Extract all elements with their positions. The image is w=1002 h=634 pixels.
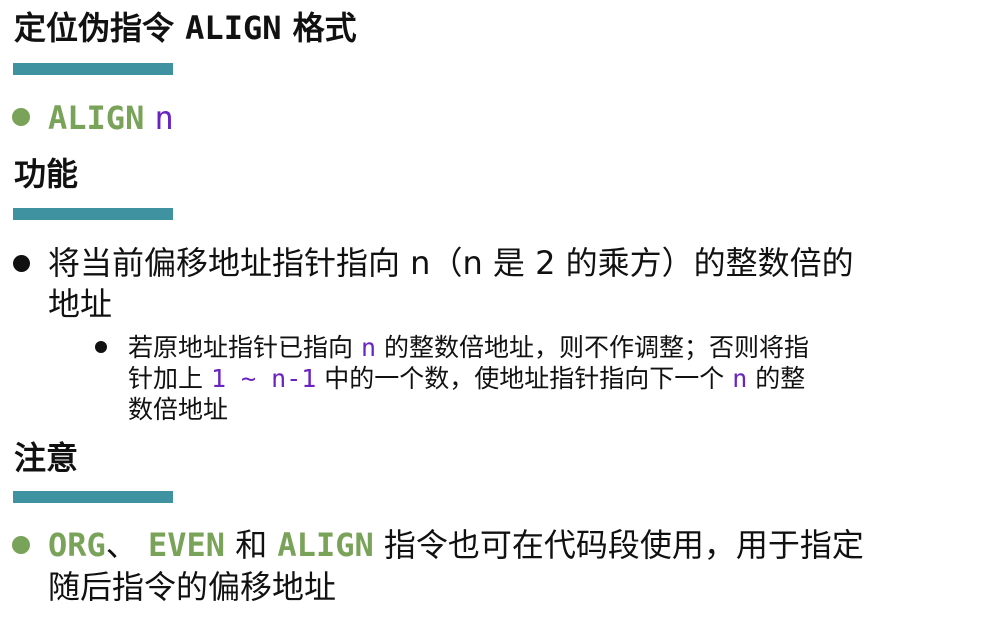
sub-operand-n-2: n [732, 364, 748, 393]
heading-note: 注意 [14, 439, 79, 477]
sub-line-3: 数倍地址 [128, 395, 229, 424]
sub-line-2: 针加上 1 ~ n-1 中的一个数，使地址指针指向下一个 n 的整 [128, 364, 805, 394]
heading-code-align: ALIGN [185, 9, 282, 47]
sub-line-1: 若原地址指针已指向 n 的整数倍地址，则不作调整；否则将指 [128, 333, 809, 363]
sub-text-2c: 的整 [747, 364, 806, 393]
heading-text-1: 定位伪指令 [14, 9, 186, 47]
note-sep: 、 [105, 526, 148, 564]
sub-text-1b: 的整数倍地址，则不作调整；否则将指 [376, 333, 809, 362]
note-line-1: ORG、 EVEN 和 ALIGN 指令也可在代码段使用，用于指定 [48, 525, 864, 565]
note-text-rest: 指令也可在代码段使用，用于指定 [373, 526, 864, 564]
sub-text-2b: 中的一个数，使地址指针指向下一个 [316, 364, 733, 393]
heading-function: 功能 [14, 155, 79, 193]
heading-align-format: 定位伪指令 ALIGN 格式 [14, 10, 357, 46]
sub-range: 1 ~ n-1 [210, 364, 317, 393]
function-line-1: 将当前偏移地址指针指向 n（n 是 2 的乘方）的整数倍的 [48, 244, 854, 282]
note-bullet-dot-green [12, 536, 30, 554]
bullet-dot-green [12, 108, 30, 126]
keyword-even: EVEN [147, 526, 226, 564]
function-line-2: 地址 [48, 285, 113, 323]
heading-underline-2 [13, 208, 173, 220]
syntax-line: ALIGN n [48, 98, 174, 138]
note-and: 和 [225, 526, 278, 564]
keyword-org: ORG [48, 526, 106, 564]
note-line-2: 随后指令的偏移地址 [48, 568, 337, 606]
bullet-dot-black [13, 255, 30, 272]
keyword-align-note: ALIGN [277, 526, 374, 564]
operand-n: n [154, 99, 174, 137]
sub-text-2a: 针加上 [128, 364, 211, 393]
heading-underline-3 [13, 491, 173, 503]
sub-operand-n-1: n [360, 333, 377, 362]
sub-text-1a: 若原地址指针已指向 [128, 333, 361, 362]
keyword-align: ALIGN [48, 99, 145, 137]
heading-text-2: 格式 [281, 9, 357, 47]
heading-underline-1 [13, 63, 173, 75]
sub-bullet-dot [95, 341, 107, 353]
